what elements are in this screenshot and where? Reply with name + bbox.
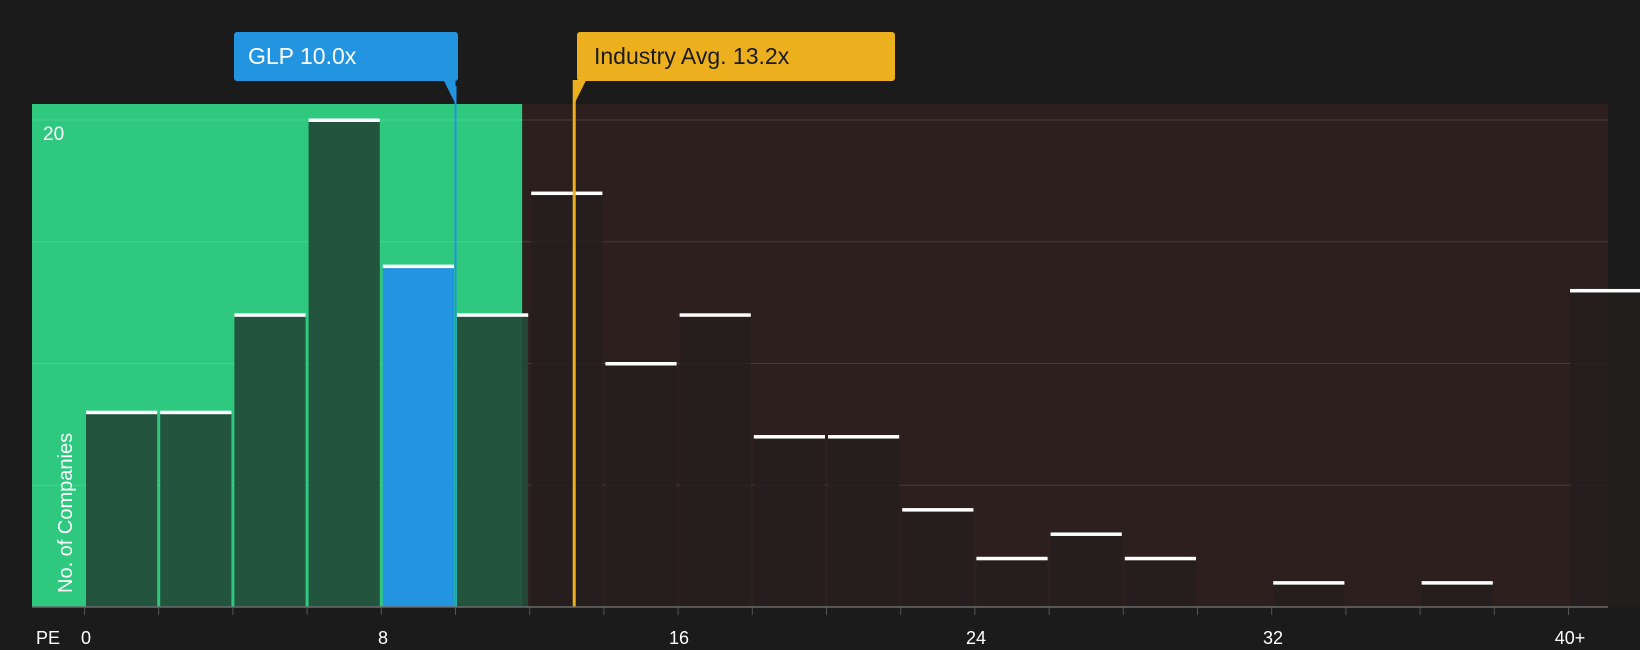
histogram-bar [1570,290,1640,607]
bar-cap [1421,581,1493,585]
bar-cap [605,362,677,366]
x-tick-label: 0 [80,628,92,648]
bar-cap [86,410,158,415]
histogram-bar [1124,558,1196,607]
bar-cap [679,313,751,317]
x-tick-label: 32 [1262,628,1284,648]
bar-cap [902,508,974,512]
bar-cap [753,435,825,439]
x-tick-label: 16 [668,628,690,648]
histogram-bar [976,558,1048,607]
histogram-bar [160,412,232,607]
x-tick-label: 40+ [1554,628,1586,648]
histogram-bar [1273,582,1345,607]
histogram-bar [86,412,158,607]
x-tick-label: 24 [965,628,987,648]
bar-cap [828,435,900,439]
histogram-bar [605,363,677,607]
x-tick-label: 8 [377,628,389,648]
histogram-bar [1421,582,1493,607]
industry-average-callout: Industry Avg. 13.2x [577,32,895,81]
histogram-bar [234,314,306,607]
histogram-bar [828,436,900,607]
industry-callout-pointer [574,80,587,104]
pe-distribution-chart [32,80,1640,615]
bar-cap [976,556,1048,561]
bar-cap [382,264,454,269]
x-axis-title: PE [36,628,61,648]
bar-cap [1570,288,1640,293]
histogram-bar [753,436,825,607]
histogram-bar [902,509,974,607]
histogram-bar [1050,533,1122,607]
bar-cap [1273,581,1345,585]
histogram-bar [382,266,454,607]
bar-cap [1124,556,1196,561]
company-pe-callout: GLP 10.0x [234,32,458,81]
bar-cap [308,118,380,122]
bar-cap [160,410,232,415]
bar-cap [1050,532,1122,536]
company-callout-pointer [443,80,456,104]
bar-cap [531,191,603,196]
bar-cap [457,313,529,317]
bar-cap [234,313,306,317]
y-axis-title: No. of Companies [55,432,77,593]
y-tick-label: 20 [43,124,65,145]
histogram-bar [531,193,603,608]
histogram-bar [457,314,529,607]
histogram-bar [308,120,380,607]
histogram-bar [679,314,751,607]
